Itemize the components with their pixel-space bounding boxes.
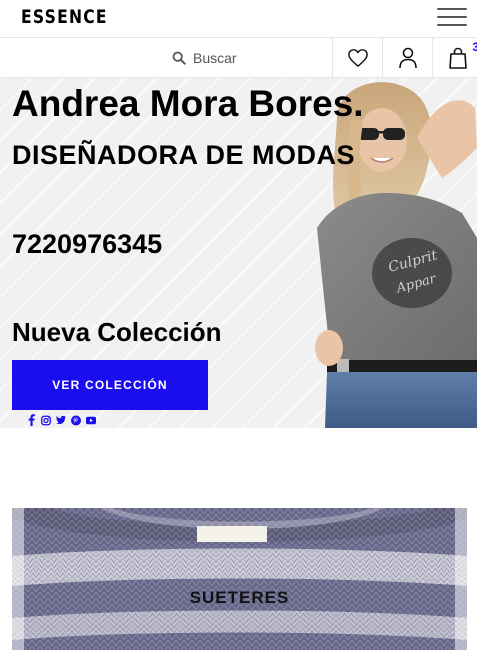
search-placeholder: Buscar: [193, 50, 237, 66]
cart-count-badge: 3: [472, 40, 477, 54]
twitter-icon[interactable]: [56, 414, 66, 426]
phone-number[interactable]: 7220976345: [12, 229, 162, 260]
top-bar: ESSENCE: [0, 0, 477, 38]
facebook-icon[interactable]: [26, 414, 36, 426]
user-icon: [398, 47, 417, 69]
search-input[interactable]: Buscar: [170, 38, 332, 78]
youtube-icon[interactable]: [86, 414, 96, 426]
cart-button[interactable]: 3: [432, 38, 477, 78]
designer-name: Andrea Mora Bores.: [12, 83, 364, 124]
instagram-icon[interactable]: [41, 414, 51, 426]
category-label: SUETERES: [189, 588, 290, 607]
brand-logo[interactable]: ESSENCE: [21, 6, 108, 28]
heart-icon: [347, 49, 368, 67]
account-button[interactable]: [382, 38, 432, 78]
search-icon: [172, 51, 186, 65]
pinterest-icon[interactable]: [71, 414, 81, 426]
collection-title: Nueva Colección: [12, 317, 222, 347]
designer-role: DISEÑADORA DE MODAS: [12, 140, 356, 170]
wishlist-button[interactable]: [332, 38, 382, 78]
shopping-bag-icon: [448, 47, 467, 69]
hamburger-icon[interactable]: [437, 8, 467, 28]
hero-banner: Culprit Appar Andrea Mora Bores. DISEÑAD…: [0, 78, 477, 428]
search-bar-row: Buscar 3: [0, 38, 477, 78]
view-collection-button[interactable]: VER COLECCIÓN: [12, 360, 208, 410]
model-photo: Culprit Appar: [315, 82, 477, 428]
category-card-sueteres[interactable]: SUETERES: [12, 508, 467, 650]
sweater-photo: [12, 508, 467, 650]
social-links: [26, 414, 96, 426]
